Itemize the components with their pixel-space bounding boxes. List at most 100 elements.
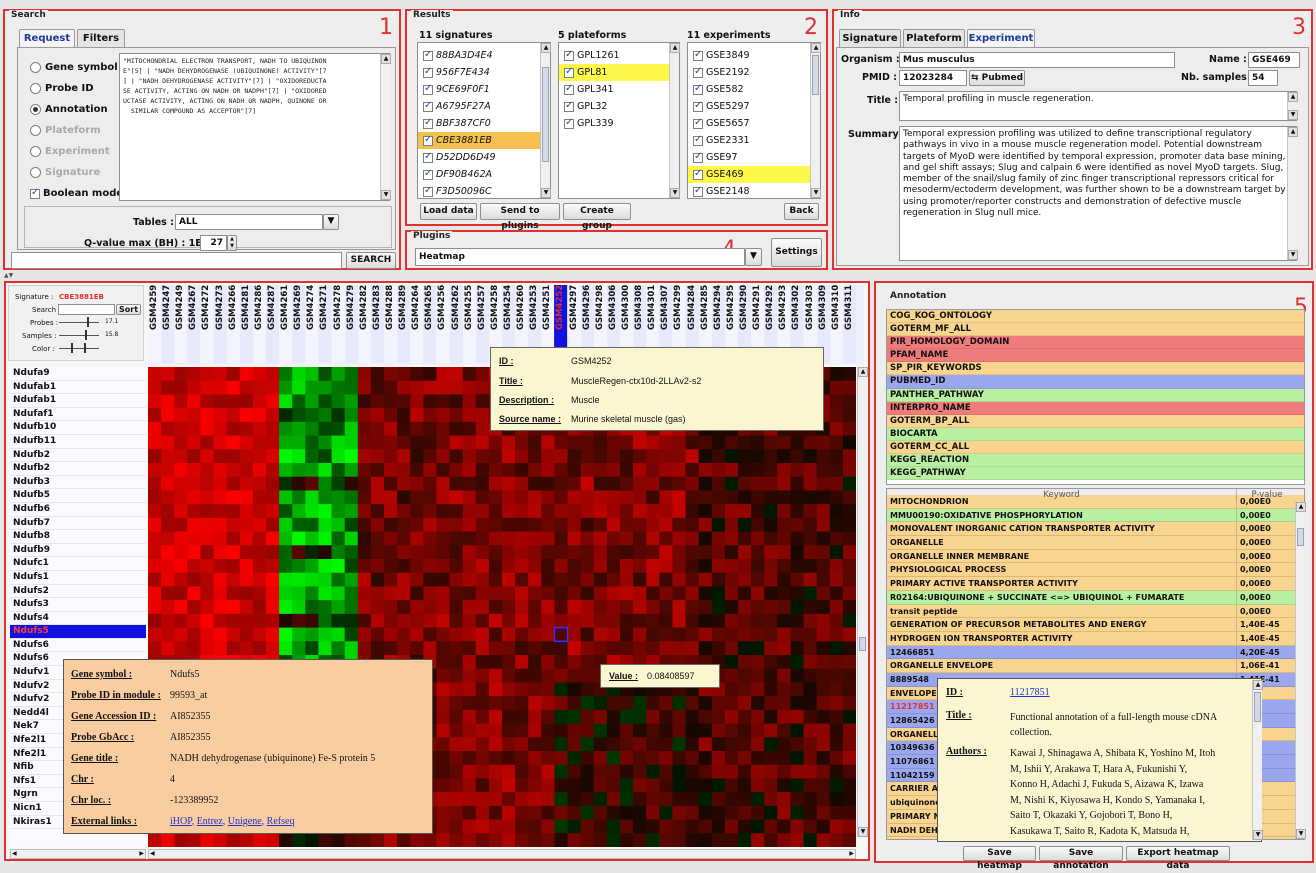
heatmap-cell[interactable] <box>541 559 555 574</box>
heatmap-cell[interactable] <box>488 751 503 766</box>
heatmap-cell[interactable] <box>528 655 542 670</box>
heatmap-cell[interactable] <box>803 641 818 656</box>
heatmap-cell[interactable] <box>593 572 608 587</box>
heatmap-cell[interactable] <box>423 531 437 546</box>
checkbox-icon[interactable] <box>423 134 433 146</box>
heatmap-cell[interactable] <box>829 463 844 478</box>
heatmap-cell[interactable] <box>357 490 372 505</box>
heatmap-cell[interactable] <box>449 394 464 409</box>
heatmap-cell[interactable] <box>252 476 267 491</box>
heatmap-cell[interactable] <box>541 778 555 793</box>
list-item[interactable]: D52DD6D49 <box>418 149 550 166</box>
heatmap-cell[interactable] <box>475 613 490 629</box>
heatmap-cell[interactable] <box>331 380 346 395</box>
heatmap-cell[interactable] <box>803 449 818 464</box>
heatmap-cell[interactable] <box>541 490 555 505</box>
heatmap-cell[interactable] <box>724 531 739 546</box>
splitter-handle[interactable]: ▲▼ <box>4 273 24 279</box>
heatmap-cell[interactable] <box>842 655 856 670</box>
checkbox-icon[interactable] <box>693 117 703 129</box>
heatmap-cell[interactable] <box>738 559 752 574</box>
heatmap-cell[interactable] <box>488 833 503 847</box>
heatmap-cell[interactable] <box>226 641 241 656</box>
heatmap-cell[interactable] <box>580 737 595 752</box>
heatmap-cell[interactable] <box>357 380 372 395</box>
heatmap-cell[interactable] <box>698 833 713 847</box>
heatmap-cell[interactable] <box>764 655 778 670</box>
heatmap-cell[interactable] <box>318 504 333 519</box>
heatmap-cell[interactable] <box>423 613 437 629</box>
heatmap-cell[interactable] <box>344 545 359 560</box>
heatmap-cell[interactable] <box>370 449 385 464</box>
heatmap-cell[interactable] <box>724 819 739 834</box>
heatmap-cell[interactable] <box>187 490 201 505</box>
heatmap-cell[interactable] <box>148 449 162 464</box>
heatmap-cell[interactable] <box>449 586 464 601</box>
tables-select[interactable]: ALL <box>175 214 323 230</box>
heatmap-cell[interactable] <box>292 449 306 464</box>
heatmap-cell[interactable] <box>174 613 188 629</box>
heatmap-cell[interactable] <box>344 476 359 491</box>
heatmap-cell[interactable] <box>357 476 372 491</box>
tab-experiment[interactable]: Experiment <box>967 29 1035 47</box>
heatmap-cell[interactable] <box>541 449 555 464</box>
summary-scrollbar[interactable]: ▲ ▼ <box>1287 127 1298 260</box>
heatmap-cell[interactable] <box>672 709 687 725</box>
heatmap-cell[interactable] <box>488 764 503 779</box>
heatmap-cell[interactable] <box>672 435 687 450</box>
heatmap-cell[interactable] <box>515 778 529 793</box>
heatmap-cell[interactable] <box>698 600 713 615</box>
heatmap-cell[interactable] <box>279 600 293 615</box>
heatmap-cell[interactable] <box>449 572 464 587</box>
heatmap-cell[interactable] <box>803 600 818 615</box>
heatmap-cell[interactable] <box>711 476 726 491</box>
heatmap-cell[interactable] <box>161 449 175 464</box>
heatmap-cell[interactable] <box>488 517 503 533</box>
heatmap-cell[interactable] <box>174 394 188 409</box>
heatmap-cell[interactable] <box>488 545 503 560</box>
heatmap-cell[interactable] <box>462 805 477 821</box>
heatmap-cell[interactable] <box>803 737 818 752</box>
heatmap-cell[interactable] <box>738 668 752 683</box>
heatmap-cell[interactable] <box>187 380 201 395</box>
annotation-category[interactable]: GOTERM_BP_ALL <box>887 414 1304 428</box>
heatmap-cell[interactable] <box>252 421 267 437</box>
heatmap-cell[interactable] <box>148 394 162 409</box>
heatmap-cell[interactable] <box>331 613 346 629</box>
column-header[interactable]: GSM4279 <box>344 285 358 363</box>
heatmap-cell[interactable] <box>580 668 595 683</box>
heatmap-cell[interactable] <box>410 408 424 423</box>
heatmap-cell[interactable] <box>567 476 582 491</box>
heatmap-cell[interactable] <box>620 737 634 752</box>
heatmap-cell[interactable] <box>305 600 319 615</box>
heatmap-cell[interactable] <box>462 751 477 766</box>
checkbox-icon[interactable] <box>693 66 703 78</box>
heatmap-cell[interactable] <box>436 792 451 807</box>
heatmap-cell[interactable] <box>842 463 856 478</box>
heatmap-cell[interactable] <box>475 819 490 834</box>
heatmap-cell[interactable] <box>266 435 280 450</box>
heatmap-cell[interactable] <box>200 367 215 382</box>
heatmap-cell[interactable] <box>593 764 608 779</box>
heatmap-cell[interactable] <box>252 504 267 519</box>
scroll-down-icon[interactable]: ▼ <box>1288 250 1298 260</box>
heatmap-cell[interactable] <box>685 490 700 505</box>
heatmap-cell[interactable] <box>541 655 555 670</box>
heatmap-cell[interactable] <box>816 792 831 807</box>
tab-plateform[interactable]: Plateform <box>903 29 965 47</box>
heatmap-cell[interactable] <box>397 600 411 615</box>
heatmap-cell[interactable] <box>528 792 542 807</box>
heatmap-cell[interactable] <box>711 709 726 725</box>
heatmap-cell[interactable] <box>580 778 595 793</box>
heatmap-cell[interactable] <box>502 723 516 738</box>
heatmap-cell[interactable] <box>738 655 752 670</box>
heatmap-cell[interactable] <box>711 751 726 766</box>
heatmap-cell[interactable] <box>554 751 569 766</box>
heatmap-cell[interactable] <box>698 805 713 821</box>
heatmap-cell[interactable] <box>659 490 673 505</box>
heatmap-cell[interactable] <box>449 600 464 615</box>
checkbox-icon[interactable] <box>423 49 433 61</box>
pub-id-value[interactable]: 11217851 <box>1010 687 1050 698</box>
heatmap-cell[interactable] <box>161 627 175 642</box>
heatmap-cell[interactable] <box>751 435 765 450</box>
